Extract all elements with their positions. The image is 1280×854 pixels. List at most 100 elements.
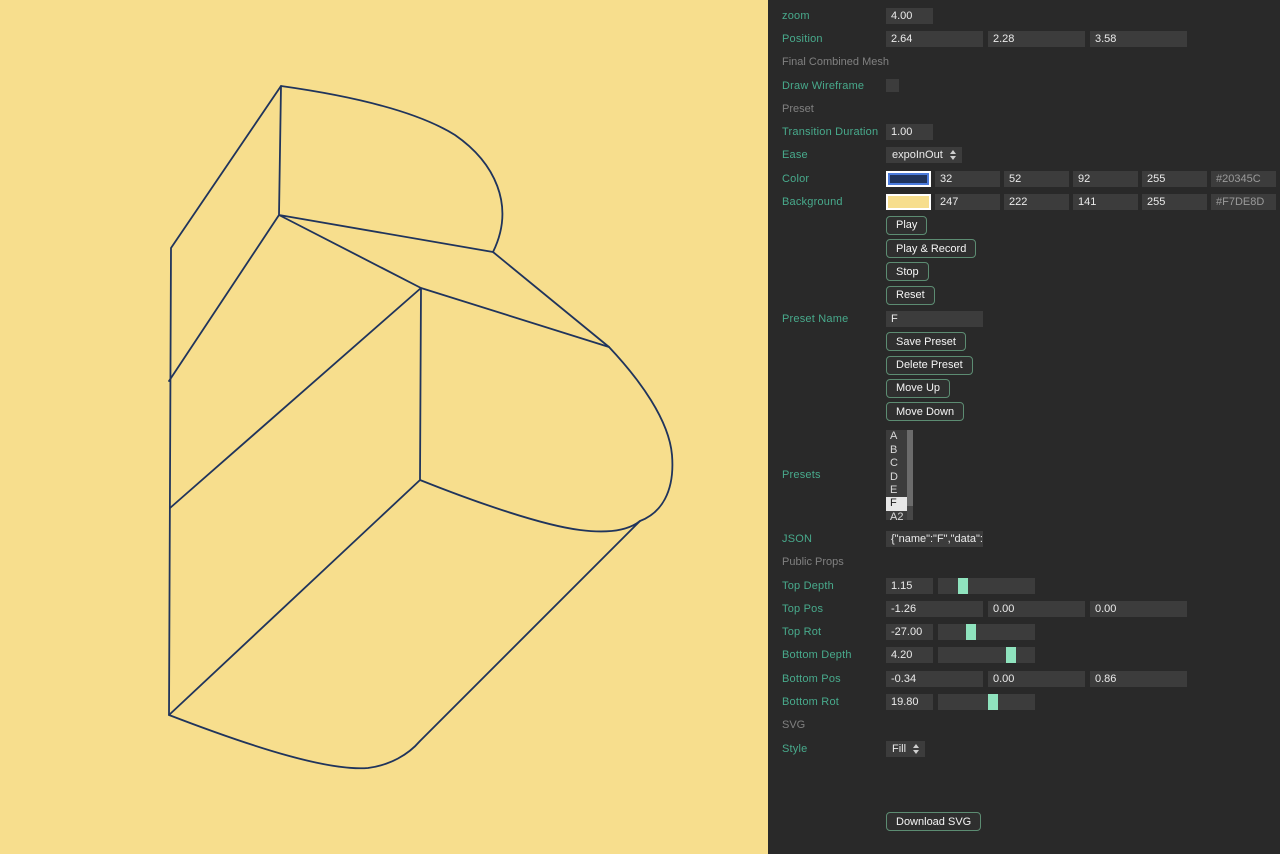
row-bottom-depth: Bottom Depth [768,644,1280,667]
row-stop: Stop [768,260,1280,283]
bottom-depth-label: Bottom Depth [782,649,886,661]
color-a-input[interactable] [1142,171,1207,187]
color-swatch[interactable] [886,171,931,187]
viewport-canvas[interactable] [0,0,768,854]
top-pos-z-input[interactable] [1090,601,1187,617]
row-save-preset: Save Preset [768,330,1280,353]
bottom-pos-x-input[interactable] [886,671,983,687]
presets-scrollbar-thumb[interactable] [907,430,913,506]
row-top-rot: Top Rot [768,621,1280,644]
svg-header: SVG [782,719,805,731]
background-b-input[interactable] [1073,194,1138,210]
draw-wireframe-checkbox[interactable] [886,79,899,92]
top-depth-input[interactable] [886,578,933,594]
transition-duration-input[interactable] [886,124,933,140]
row-bottom-rot: Bottom Rot [768,690,1280,713]
draw-wireframe-label: Draw Wireframe [782,80,886,92]
bottom-rot-label: Bottom Rot [782,696,886,708]
top-depth-slider-handle[interactable] [958,578,968,594]
preset-name-input[interactable] [886,311,983,327]
row-top-pos: Top Pos [768,597,1280,620]
color-label: Color [782,173,886,185]
presets-label: Presets [782,469,886,481]
row-public-props-header: Public Props [768,551,1280,574]
presets-listbox[interactable]: ABCDEFA2 [886,430,913,520]
color-g-input[interactable] [1004,171,1069,187]
row-preset-header: Preset [768,97,1280,120]
row-top-depth: Top Depth [768,574,1280,597]
row-position: Position [768,27,1280,50]
row-presets: Presets ABCDEFA2 [768,423,1280,521]
top-pos-y-input[interactable] [988,601,1085,617]
reset-button[interactable]: Reset [886,286,935,305]
json-input[interactable] [886,531,983,547]
stop-button[interactable]: Stop [886,262,929,281]
position-y-input[interactable] [988,31,1085,47]
style-label: Style [782,743,886,755]
transition-duration-label: Transition Duration [782,126,886,138]
style-select-value: Fill [892,743,906,755]
public-props-header: Public Props [782,556,844,568]
position-label: Position [782,33,886,45]
background-g-input[interactable] [1004,194,1069,210]
top-rot-label: Top Rot [782,626,886,638]
top-pos-label: Top Pos [782,603,886,615]
move-down-button[interactable]: Move Down [886,402,964,421]
color-r-input[interactable] [935,171,1000,187]
row-delete-preset: Delete Preset [768,353,1280,376]
ease-select[interactable]: expoInOut [886,147,962,163]
canvas-background [0,0,768,854]
ease-select-value: expoInOut [892,149,943,161]
row-move-up: Move Up [768,377,1280,400]
row-color: Color [768,167,1280,190]
style-select[interactable]: Fill [886,741,925,757]
download-svg-button[interactable]: Download SVG [886,812,981,831]
top-rot-slider-handle[interactable] [966,624,976,640]
color-b-input[interactable] [1073,171,1138,187]
bottom-rot-slider-handle[interactable] [988,694,998,710]
background-a-input[interactable] [1142,194,1207,210]
position-x-input[interactable] [886,31,983,47]
top-rot-slider[interactable] [938,624,1035,640]
row-json: JSON [768,527,1280,550]
top-depth-slider[interactable] [938,578,1035,594]
bottom-pos-z-input[interactable] [1090,671,1187,687]
top-pos-x-input[interactable] [886,601,983,617]
row-ease: Ease expoInOut [768,144,1280,167]
save-preset-button[interactable]: Save Preset [886,332,966,351]
row-background: Background [768,190,1280,213]
play-button[interactable]: Play [886,216,927,235]
bottom-depth-slider[interactable] [938,647,1035,663]
bottom-depth-input[interactable] [886,647,933,663]
bottom-rot-slider[interactable] [938,694,1035,710]
presets-scrollbar-track[interactable] [907,430,913,520]
position-z-input[interactable] [1090,31,1187,47]
bottom-rot-input[interactable] [886,694,933,710]
bottom-depth-slider-handle[interactable] [1006,647,1016,663]
play-and-record-button[interactable]: Play & Record [886,239,976,258]
row-play: Play [768,214,1280,237]
zoom-input[interactable] [886,8,933,24]
row-bottom-pos: Bottom Pos [768,667,1280,690]
background-r-input[interactable] [935,194,1000,210]
zoom-label: zoom [782,10,886,22]
ease-label: Ease [782,149,886,161]
bottom-pos-label: Bottom Pos [782,673,886,685]
row-download-svg: Download SVG [768,810,1280,833]
background-label: Background [782,196,886,208]
color-hex-input[interactable] [1211,171,1276,187]
letter-b-wireframe [0,0,768,854]
json-label: JSON [782,533,886,545]
delete-preset-button[interactable]: Delete Preset [886,356,973,375]
final-combined-mesh-header: Final Combined Mesh [782,56,889,68]
row-style: Style Fill [768,737,1280,760]
background-hex-input[interactable] [1211,194,1276,210]
move-up-button[interactable]: Move Up [886,379,950,398]
top-depth-label: Top Depth [782,580,886,592]
control-panel: zoom Position Final Combined Mesh Draw W… [768,0,1280,854]
row-svg-header: SVG [768,714,1280,737]
top-rot-input[interactable] [886,624,933,640]
row-draw-wireframe: Draw Wireframe [768,74,1280,97]
background-swatch[interactable] [886,194,931,210]
bottom-pos-y-input[interactable] [988,671,1085,687]
